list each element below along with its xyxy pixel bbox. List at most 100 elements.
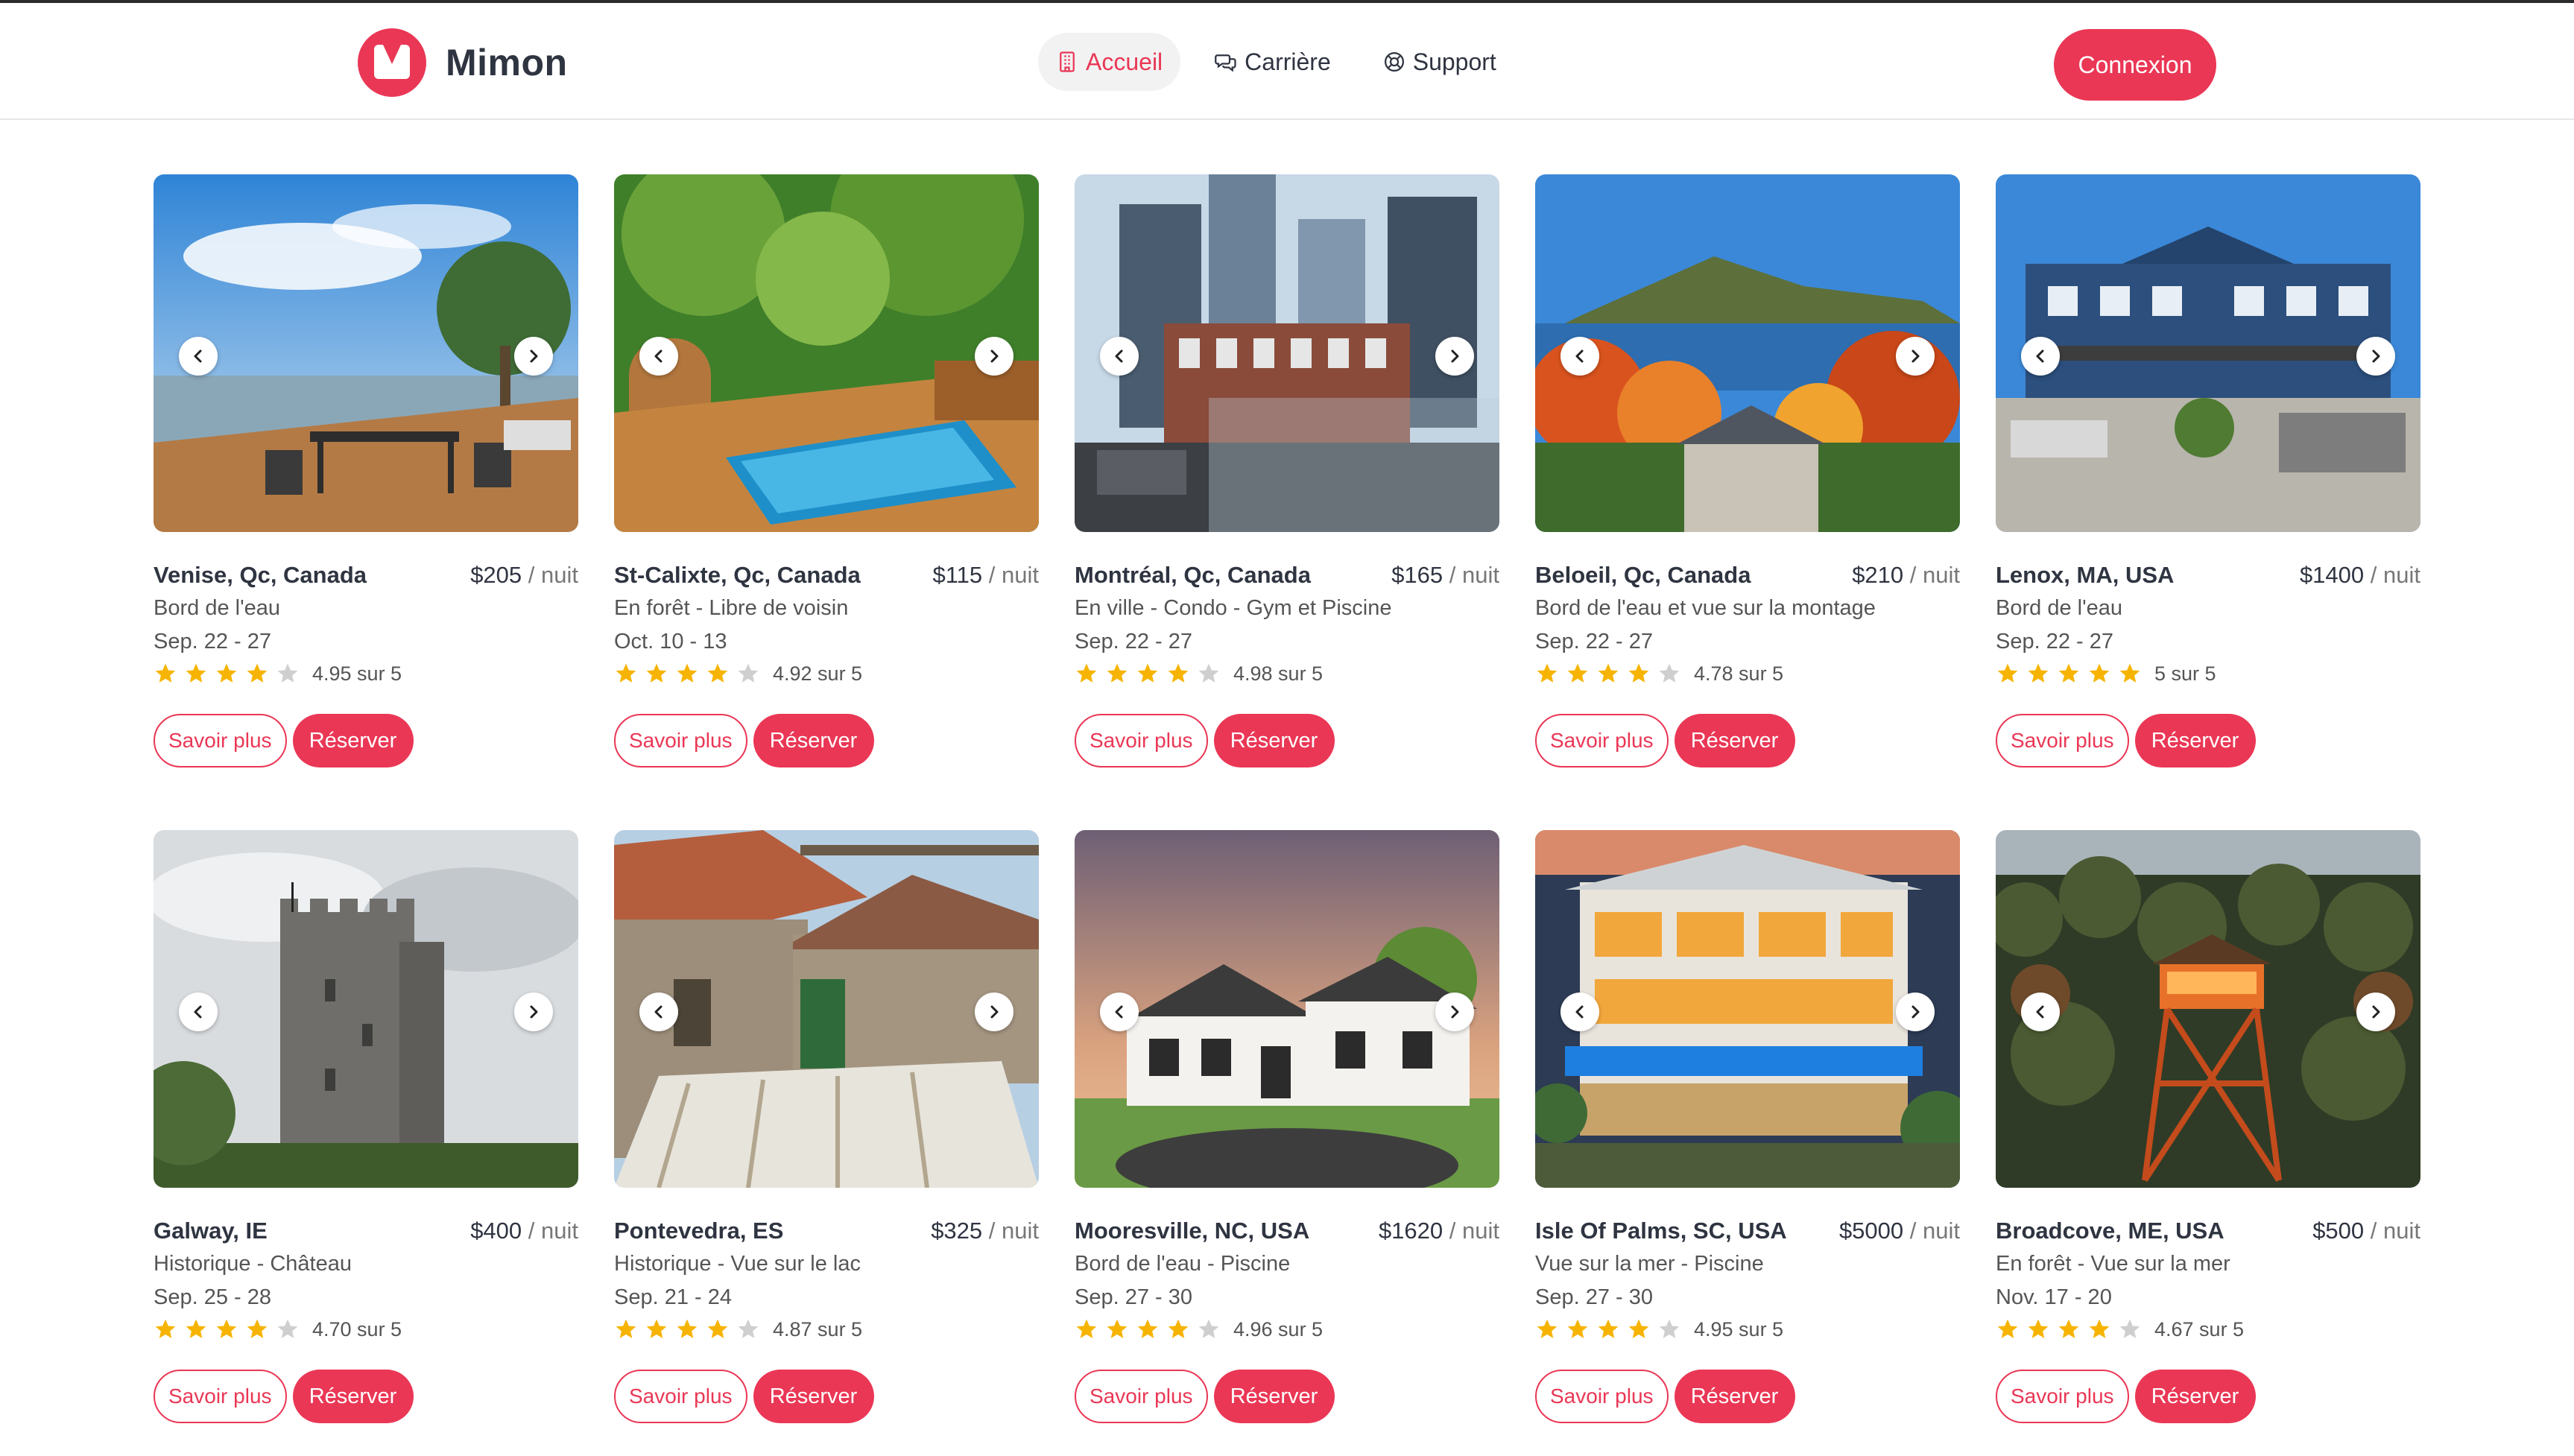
listing-dates: Sep. 22 - 27 <box>1535 630 1653 653</box>
carousel-next-button[interactable] <box>1435 337 1474 376</box>
learn-more-button[interactable]: Savoir plus <box>1075 714 1208 767</box>
listing-card[interactable]: Broadcove, ME, USA $500 / nuit En forêt … <box>1996 830 2420 1456</box>
listing-photo-carousel[interactable] <box>154 830 578 1188</box>
listing-photo-carousel[interactable] <box>1075 174 1499 532</box>
learn-more-button[interactable]: Savoir plus <box>1535 1370 1669 1423</box>
learn-more-button[interactable]: Savoir plus <box>154 1370 287 1423</box>
listing-photo-carousel[interactable] <box>614 174 1039 532</box>
listing-actions: Savoir plus Réserver <box>1075 714 1335 767</box>
listing-card[interactable]: St-Calixte, Qc, Canada $115 / nuit En fo… <box>614 174 1039 800</box>
per-night-label: / nuit <box>1449 1218 1499 1244</box>
carousel-prev-button[interactable] <box>1560 337 1599 376</box>
listing-actions: Savoir plus Réserver <box>1996 1370 2256 1423</box>
carousel-next-button[interactable] <box>514 337 553 376</box>
book-button[interactable]: Réserver <box>1213 1370 1335 1423</box>
star-filled-icon <box>155 1319 176 1338</box>
listing-photo-carousel[interactable] <box>1996 174 2420 532</box>
book-button[interactable]: Réserver <box>292 714 414 767</box>
listing-card[interactable]: Mooresville, NC, USA $1620 / nuit Bord d… <box>1075 830 1499 1456</box>
carousel-prev-button[interactable] <box>2021 337 2060 376</box>
book-button[interactable]: Réserver <box>1213 714 1335 767</box>
listing-card[interactable]: Montréal, Qc, Canada $165 / nuit En vill… <box>1075 174 1499 800</box>
star-filled-icon <box>1997 1319 2018 1338</box>
carousel-prev-button[interactable] <box>179 993 218 1031</box>
carousel-next-button[interactable] <box>1435 993 1474 1031</box>
carousel-prev-button[interactable] <box>1100 993 1139 1031</box>
carousel-next-button[interactable] <box>975 993 1014 1031</box>
listing-rating: 4.67 sur 5 <box>1996 1317 2244 1341</box>
book-button[interactable]: Réserver <box>2134 714 2256 767</box>
learn-more-button[interactable]: Savoir plus <box>1996 1370 2129 1423</box>
book-button[interactable]: Réserver <box>1674 714 1795 767</box>
learn-more-button[interactable]: Savoir plus <box>614 714 747 767</box>
login-button[interactable]: Connexion <box>2054 29 2216 101</box>
listing-rating: 4.95 sur 5 <box>1535 1317 1783 1341</box>
carousel-prev-button[interactable] <box>1100 337 1139 376</box>
listing-photo-carousel[interactable] <box>614 830 1039 1188</box>
listing-dates: Sep. 27 - 30 <box>1075 1285 1192 1309</box>
star-empty-icon <box>1198 663 1219 683</box>
price-amount: $165 <box>1391 562 1443 588</box>
carousel-prev-button[interactable] <box>179 337 218 376</box>
learn-more-button[interactable]: Savoir plus <box>1075 1370 1208 1423</box>
nav-item-support[interactable]: Support <box>1365 33 1514 91</box>
star-empty-icon <box>277 1319 298 1338</box>
book-button[interactable]: Réserver <box>753 1370 874 1423</box>
price-amount: $400 <box>470 1218 522 1244</box>
rating-text: 4.70 sur 5 <box>312 1317 402 1341</box>
listing-city: Beloeil, Qc, Canada <box>1535 562 1751 588</box>
chevron-left-icon <box>654 1005 663 1019</box>
listing-card[interactable]: Lenox, MA, USA $1400 / nuit Bord de l'ea… <box>1996 174 2420 800</box>
star-filled-icon <box>677 663 698 683</box>
book-button[interactable]: Réserver <box>292 1370 414 1423</box>
learn-more-button[interactable]: Savoir plus <box>614 1370 747 1423</box>
per-night-label: / nuit <box>528 562 578 588</box>
listing-photo-carousel[interactable] <box>1535 830 1960 1188</box>
chevron-left-icon <box>194 1005 202 1019</box>
nav-item-accueil[interactable]: Accueil <box>1038 33 1181 91</box>
listing-card[interactable]: Pontevedra, ES $325 / nuit Historique - … <box>614 830 1039 1456</box>
chat-bubbles-icon <box>1215 54 1236 72</box>
carousel-next-button[interactable] <box>1896 993 1935 1031</box>
listing-card[interactable]: Venise, Qc, Canada $205 / nuit Bord de l… <box>154 174 578 800</box>
listing-dates: Sep. 21 - 24 <box>614 1285 732 1309</box>
listing-card[interactable]: Beloeil, Qc, Canada $210 / nuit Bord de … <box>1535 174 1960 800</box>
nav-item-carriere[interactable]: Carrière <box>1197 33 1349 91</box>
carousel-prev-button[interactable] <box>639 993 678 1031</box>
listing-actions: Savoir plus Réserver <box>1535 1370 1795 1423</box>
carousel-next-button[interactable] <box>514 993 553 1031</box>
carousel-prev-button[interactable] <box>639 337 678 376</box>
learn-more-button[interactable]: Savoir plus <box>1996 714 2129 767</box>
listing-dates: Nov. 17 - 20 <box>1996 1285 2112 1309</box>
listing-photo-carousel[interactable] <box>1996 830 2420 1188</box>
listing-photo-carousel[interactable] <box>154 174 578 532</box>
brand[interactable]: Mimon <box>358 28 568 97</box>
star-filled-icon <box>2119 663 2140 683</box>
book-button[interactable]: Réserver <box>1674 1370 1795 1423</box>
carousel-next-button[interactable] <box>1896 337 1935 376</box>
listing-photo-carousel[interactable] <box>1075 830 1499 1188</box>
carousel-next-button[interactable] <box>975 337 1014 376</box>
learn-more-button[interactable]: Savoir plus <box>154 714 287 767</box>
listing-description: En ville - Condo - Gym et Piscine <box>1075 596 1392 620</box>
book-button[interactable]: Réserver <box>753 714 874 767</box>
listing-card[interactable]: Isle Of Palms, SC, USA $5000 / nuit Vue … <box>1535 830 1960 1456</box>
carousel-next-button[interactable] <box>2356 337 2395 376</box>
listing-dates: Sep. 25 - 28 <box>154 1285 271 1309</box>
star-filled-icon <box>1168 663 1189 683</box>
carousel-prev-button[interactable] <box>1560 993 1599 1031</box>
listing-photo-carousel[interactable] <box>1535 174 1960 532</box>
listing-dates: Oct. 10 - 13 <box>614 630 727 653</box>
carousel-next-button[interactable] <box>2356 993 2395 1031</box>
learn-more-button[interactable]: Savoir plus <box>1535 714 1669 767</box>
listing-dates: Sep. 22 - 27 <box>1996 630 2113 653</box>
star-filled-icon <box>1076 663 1097 683</box>
star-filled-icon <box>1537 1319 1558 1338</box>
listing-info: St-Calixte, Qc, Canada $115 / nuit En fo… <box>614 532 1039 685</box>
listing-description: Historique - Vue sur le lac <box>614 1252 861 1276</box>
listing-card[interactable]: Galway, IE $400 / nuit Historique - Chât… <box>154 830 578 1456</box>
price-amount: $115 <box>932 562 983 588</box>
carousel-prev-button[interactable] <box>2021 993 2060 1031</box>
book-button[interactable]: Réserver <box>2134 1370 2256 1423</box>
logo <box>358 28 426 97</box>
